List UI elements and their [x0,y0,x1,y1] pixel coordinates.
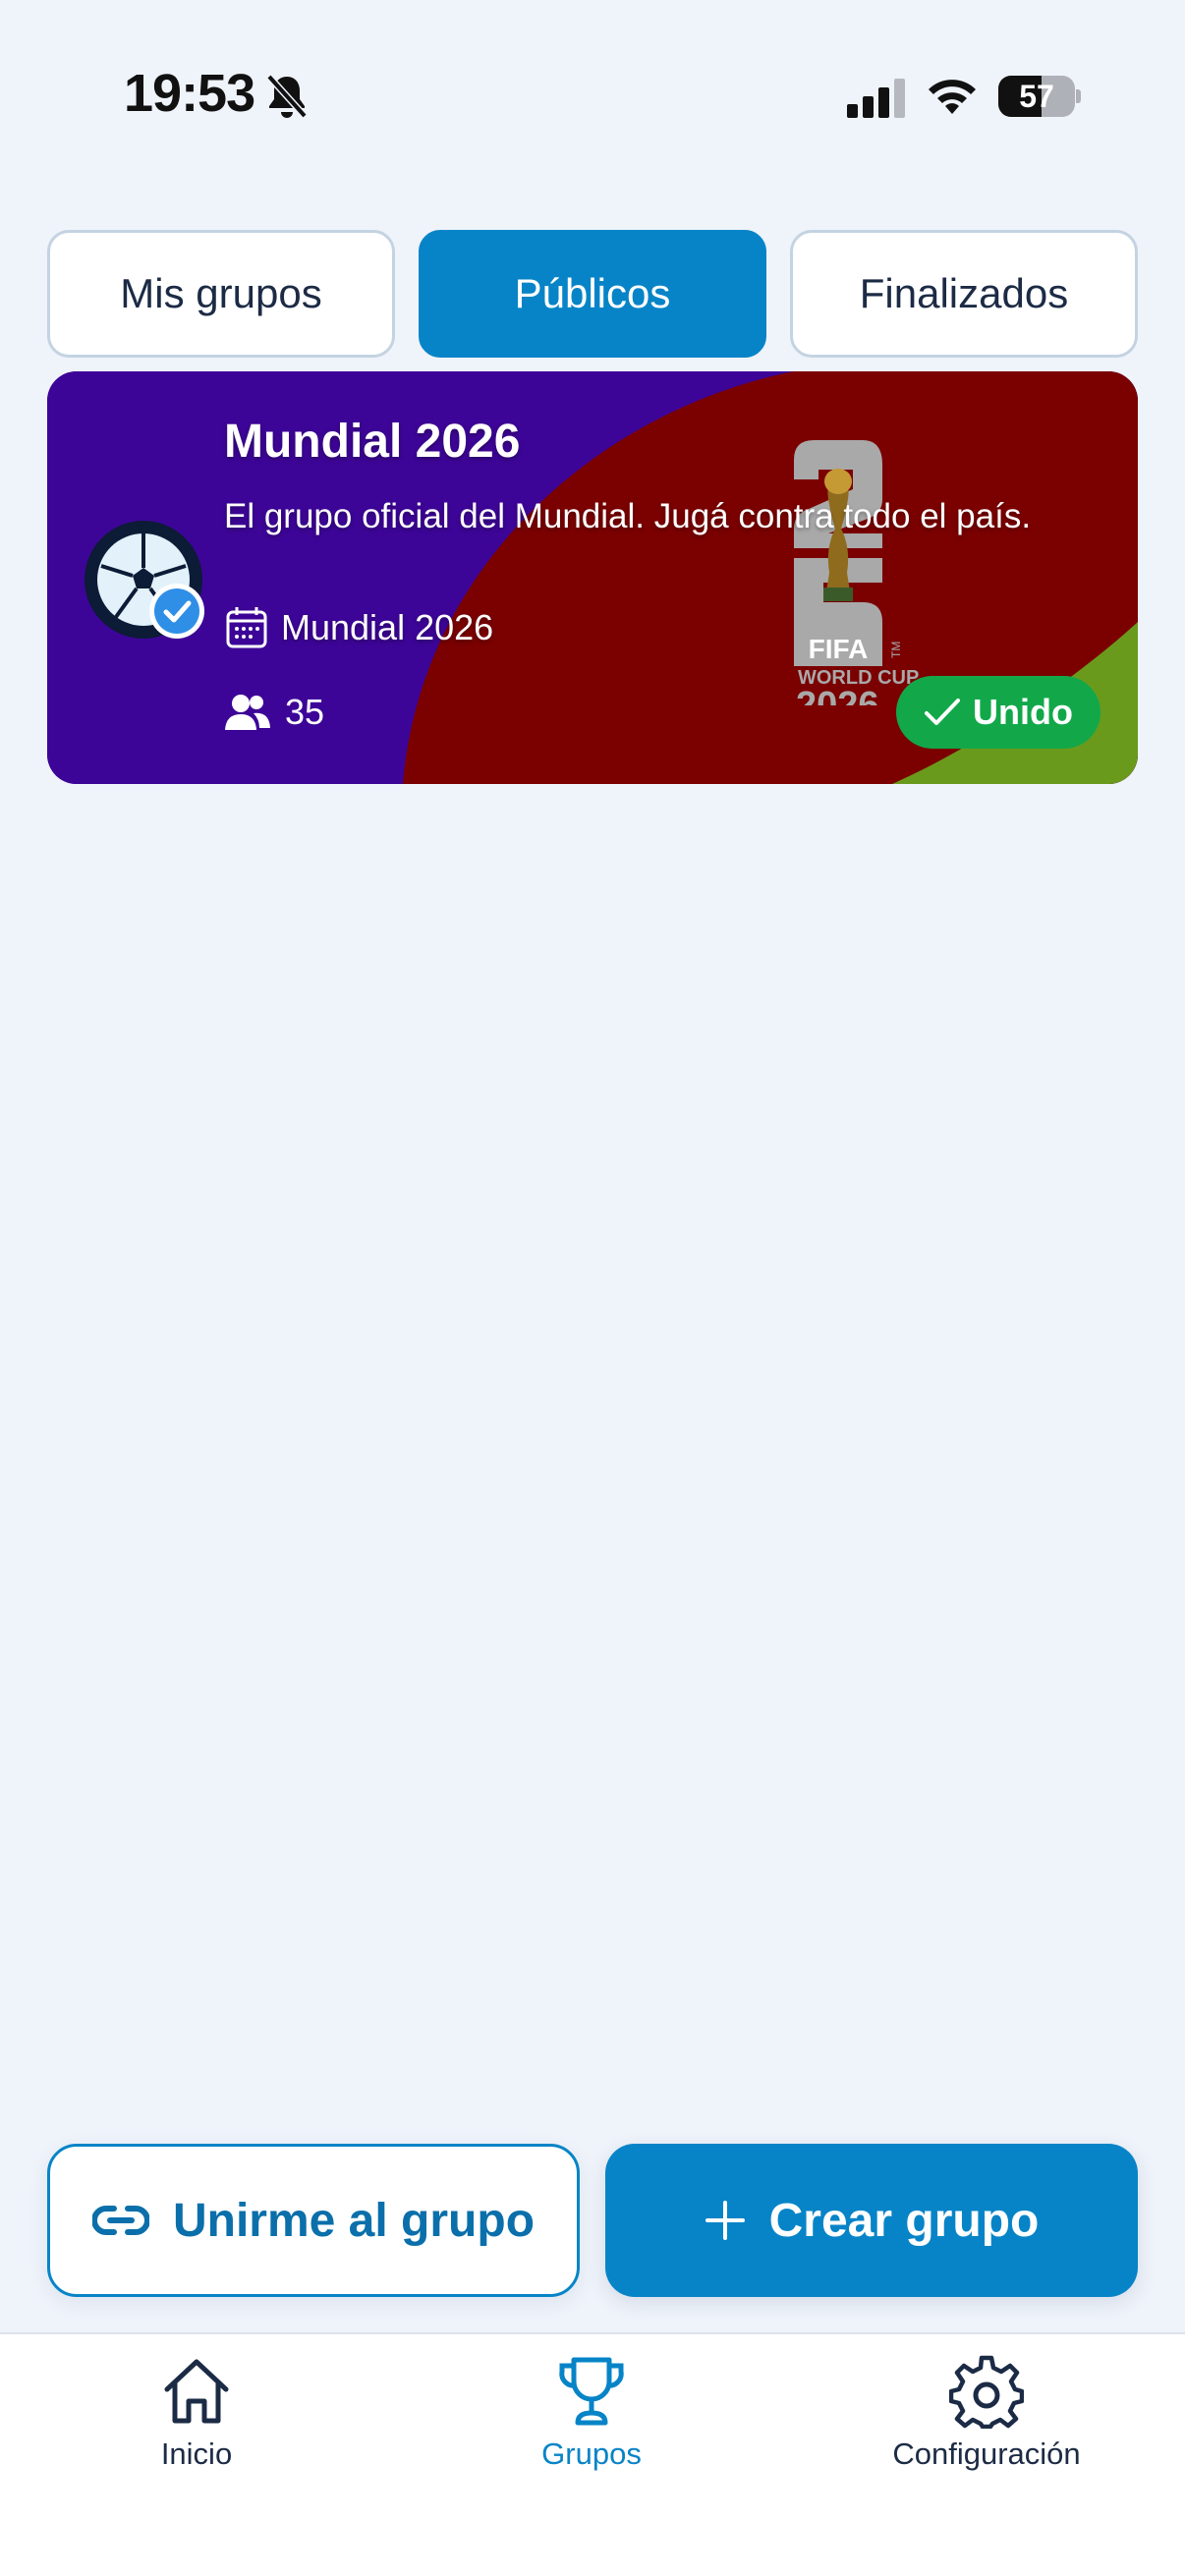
nav-item-configuracion[interactable]: Configuración [839,2354,1134,2501]
signal-icon [847,79,905,118]
nav-label-grupos: Grupos [541,2436,642,2471]
join-group-button[interactable]: Unirme al grupo [47,2144,580,2297]
calendar-icon [226,607,267,648]
join-group-label: Unirme al grupo [172,2194,536,2247]
world-cup-logo: FIFA WORLD CUP 2026 TM [794,440,919,705]
joined-status-badge: Unido [896,676,1100,749]
wifi-icon [929,80,976,114]
members-info: 35 [224,688,324,737]
trophy-icon [559,2357,624,2426]
tab-mis-grupos[interactable]: Mis grupos [47,230,395,358]
battery-level: 57 [1019,79,1054,114]
nav-item-grupos[interactable]: Grupos [444,2354,739,2501]
nav-label-inicio: Inicio [160,2436,233,2471]
check-icon [925,699,960,725]
tournament-info: Mundial 2026 [224,603,493,652]
tab-finalizados[interactable]: Finalizados [790,230,1138,358]
member-count: 35 [285,692,325,732]
users-icon [225,695,270,730]
create-group-button[interactable]: Crear grupo [605,2144,1138,2297]
tournament-name: Mundial 2026 [281,607,494,647]
home-icon [164,2359,229,2424]
bottom-navigation: Inicio Grupos Configuración [0,2332,1185,2576]
status-time: 19:53 [124,64,255,123]
group-filter-tabs: Mis grupos Públicos Finalizados [47,230,1138,358]
group-description: El grupo oficial del Mundial. Jugá contr… [224,497,1032,535]
group-title: Mundial 2026 [224,416,521,468]
nav-label-configuracion: Configuración [892,2436,1081,2471]
nav-item-inicio[interactable]: Inicio [49,2354,344,2501]
tab-publicos[interactable]: Públicos [419,230,766,358]
plus-icon [705,2201,745,2240]
battery-icon: 57 [998,76,1081,117]
logo-year-text: 2026 [796,685,879,705]
link-icon [91,2206,149,2235]
gear-icon [949,2355,1024,2429]
verified-check-icon [149,584,204,639]
joined-status-label: Unido [973,692,1073,732]
logo-tm-text: TM [889,642,903,658]
create-group-label: Crear grupo [768,2194,1040,2247]
status-bar: 19:53 57 [0,0,1185,196]
bell-slash-icon [266,74,308,119]
group-card[interactable]: FIFA WORLD CUP 2026 TM Mundial 2026 El g… [47,371,1138,784]
logo-fifa-text: FIFA [809,634,869,664]
